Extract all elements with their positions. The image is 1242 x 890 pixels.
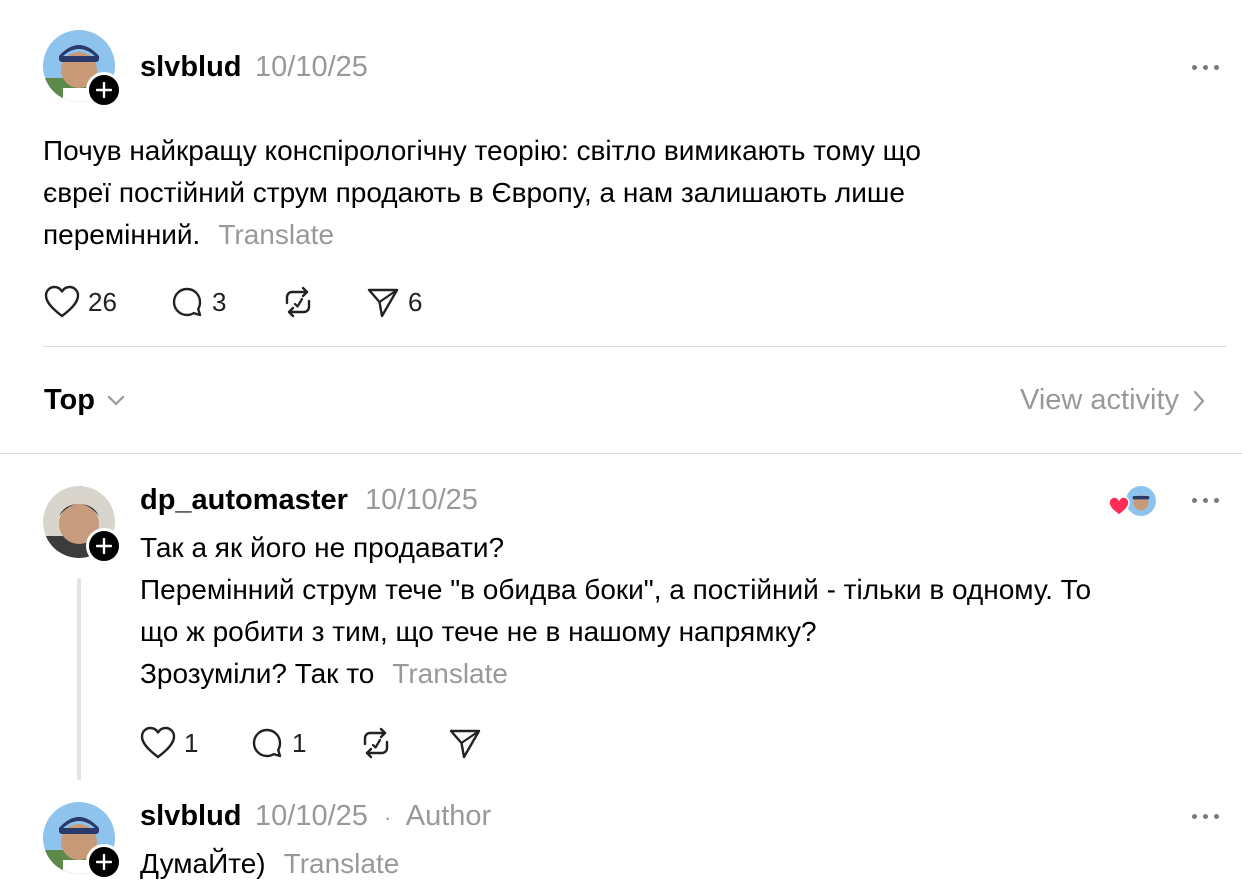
sort-label: Top <box>44 384 95 416</box>
post-date: 10/10/25 <box>255 51 368 83</box>
post-line-with-translate: перемінний. Translate <box>43 214 1193 256</box>
reply-line: Так а як його не продавати? <box>140 532 505 563</box>
share-count: 6 <box>408 286 423 317</box>
sort-dropdown[interactable]: Top <box>44 384 125 417</box>
translate-link[interactable]: Translate <box>392 658 508 689</box>
author-label: Author <box>405 800 492 832</box>
reply-line: Перемінний струм тече "в обидва боки", а… <box>140 574 1092 605</box>
post-line: євреї постійний струм продають в Європу,… <box>43 177 905 208</box>
chevron-down-icon <box>107 395 125 405</box>
like-button[interactable]: 1 <box>140 726 198 760</box>
comment-button[interactable]: 3 <box>170 285 226 319</box>
follow-button[interactable] <box>86 528 122 564</box>
follow-button[interactable] <box>86 844 122 880</box>
chevron-right-icon <box>1193 390 1205 411</box>
plus-icon <box>96 82 112 98</box>
heart-icon <box>140 726 176 759</box>
post-line: Почув найкращу конспірологічну теорію: с… <box>43 135 921 166</box>
more-options-icon[interactable] <box>1192 497 1220 505</box>
comment-count: 3 <box>212 286 227 317</box>
share-button[interactable]: 6 <box>366 285 422 319</box>
repost-button[interactable] <box>280 285 316 319</box>
author-liked-indicator <box>1108 484 1158 518</box>
translate-link[interactable]: Translate <box>284 848 400 879</box>
like-count: 1 <box>184 727 199 758</box>
author-reply-body: ДумаЙте) Translate <box>140 843 399 885</box>
reply-username[interactable]: dp_automaster <box>140 484 348 517</box>
more-options-icon[interactable] <box>1192 813 1220 821</box>
reply-body: Так а як його не продавати? Перемінний с… <box>140 527 1230 695</box>
plus-icon <box>96 538 112 554</box>
author-reply-text: ДумаЙте) <box>140 848 266 879</box>
post-divider <box>43 346 1226 347</box>
view-activity-link[interactable]: View activity <box>1020 384 1205 417</box>
section-divider <box>0 453 1242 454</box>
translate-link[interactable]: Translate <box>218 219 334 250</box>
author-reply-meta: 10/10/25 · Author <box>255 800 491 833</box>
thread-line <box>77 578 81 780</box>
meta-separator: · <box>383 805 392 830</box>
more-options-icon[interactable] <box>1192 64 1220 72</box>
plus-icon <box>96 854 112 870</box>
view-activity-label: View activity <box>1020 384 1180 416</box>
send-icon <box>449 729 481 759</box>
like-count: 26 <box>88 286 117 317</box>
comment-icon <box>172 287 202 317</box>
post-username[interactable]: slvblud <box>140 51 242 84</box>
heart-icon <box>44 285 80 318</box>
comment-icon <box>252 728 282 758</box>
heart-filled-icon <box>1108 496 1130 516</box>
repost-button[interactable] <box>358 726 394 760</box>
post-line: перемінний. <box>43 219 201 250</box>
reply-date: 10/10/25 <box>365 484 478 516</box>
reply-line: Зрозуміли? Так то <box>140 658 375 689</box>
send-icon <box>367 288 399 318</box>
post-body: Почув найкращу конспірологічну теорію: с… <box>43 130 1193 256</box>
reply-line: що ж робити з тим, що тече не в нашому н… <box>140 616 817 647</box>
reply-line-with-translate: Зрозуміли? Так то Translate <box>140 653 1230 695</box>
author-reply-date: 10/10/25 <box>255 800 368 832</box>
repost-icon <box>363 727 389 759</box>
author-reply-username[interactable]: slvblud <box>140 800 242 833</box>
follow-button[interactable] <box>86 72 122 108</box>
like-button[interactable]: 26 <box>44 285 117 319</box>
share-button[interactable] <box>448 726 482 760</box>
comment-button[interactable]: 1 <box>250 726 306 760</box>
comment-count: 1 <box>292 727 307 758</box>
repost-icon <box>285 286 311 318</box>
